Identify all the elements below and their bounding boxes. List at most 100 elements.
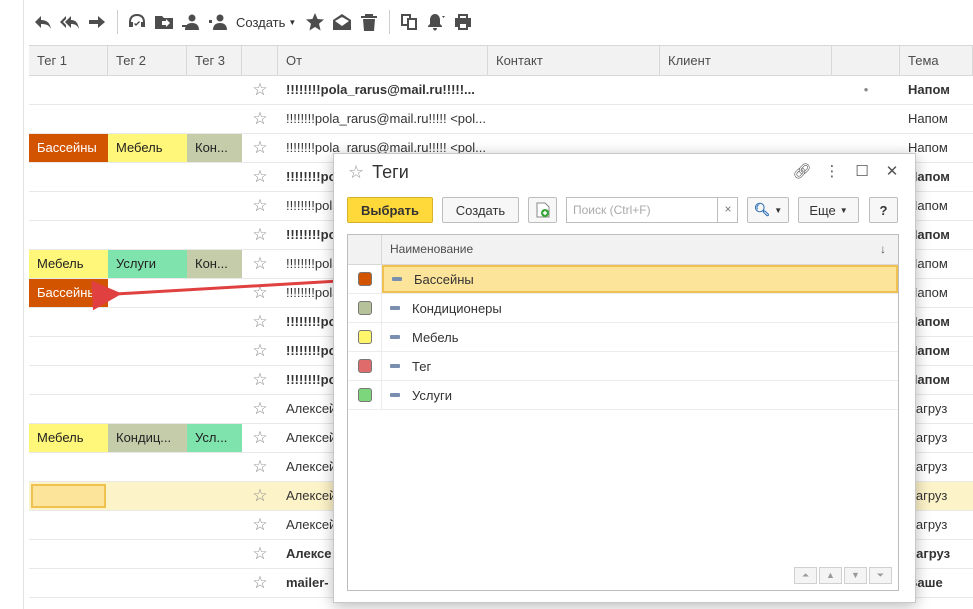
- star-icon[interactable]: ☆: [242, 163, 278, 191]
- reply-all-icon[interactable]: [57, 9, 83, 35]
- toolbar-separator: [389, 10, 391, 34]
- reply-icon[interactable]: [30, 9, 56, 35]
- tag-cell-3: [187, 453, 242, 481]
- star-icon[interactable]: ☆: [242, 134, 278, 162]
- more-vertical-icon[interactable]: ⋮: [817, 162, 847, 180]
- search-input[interactable]: Поиск (Ctrl+F): [566, 197, 738, 223]
- table-row[interactable]: ☆ !!!!!!!!pola_rarus@mail.ru!!!!! <pol...…: [29, 105, 973, 134]
- star-icon[interactable]: ☆: [242, 424, 278, 452]
- sort-arrow-icon: ↓: [880, 242, 886, 256]
- mark-read-icon[interactable]: [329, 9, 355, 35]
- last-page-icon[interactable]: ⏷: [869, 567, 892, 584]
- column-header-from[interactable]: От: [278, 46, 488, 75]
- column-header-client[interactable]: Клиент: [660, 46, 832, 75]
- create-dropdown-button[interactable]: Создать ▼: [232, 15, 302, 30]
- tag-cell-1: Мебель: [29, 424, 108, 452]
- tag-cell-2: [108, 395, 187, 423]
- star-icon[interactable]: ☆: [242, 337, 278, 365]
- tag-cell-3: [187, 511, 242, 539]
- star-icon[interactable]: ☆: [242, 366, 278, 394]
- dialog-title: Теги: [372, 162, 409, 182]
- star-icon[interactable]: ☆: [242, 250, 278, 278]
- tags-table-body: Бассейны Кондиционеры Мебель Тег Услуги: [348, 265, 898, 410]
- link-icon[interactable]: 🔗︎: [787, 162, 817, 180]
- column-header-contact[interactable]: Контакт: [488, 46, 660, 75]
- tag-cell-1: [29, 76, 108, 104]
- star-icon[interactable]: ☆: [242, 540, 278, 568]
- client-cell: [660, 105, 832, 133]
- close-icon[interactable]: ✕: [877, 162, 907, 180]
- list-item[interactable]: Мебель: [348, 323, 898, 352]
- client-cell: [660, 76, 832, 104]
- delete-icon[interactable]: [356, 9, 382, 35]
- print-icon[interactable]: [450, 9, 476, 35]
- column-header-star[interactable]: [242, 46, 278, 75]
- tag-cell-2: [108, 105, 187, 133]
- star-icon[interactable]: ☆: [242, 279, 278, 307]
- name-column-header[interactable]: Наименование ↓: [382, 235, 898, 264]
- star-icon[interactable]: ☆: [242, 569, 278, 597]
- star-icon[interactable]: ☆: [242, 76, 278, 104]
- create-label: Создать: [236, 14, 286, 30]
- column-header-tag1[interactable]: Тег 1: [29, 46, 108, 75]
- tag-cell-2: [108, 337, 187, 365]
- tag-cell-3: Усл...: [187, 424, 242, 452]
- tag-cell-2: [108, 453, 187, 481]
- list-item[interactable]: Кондиционеры: [348, 294, 898, 323]
- star-icon[interactable]: [302, 9, 328, 35]
- column-header-flag[interactable]: [832, 46, 900, 75]
- star-icon[interactable]: ☆: [242, 482, 278, 510]
- create-button[interactable]: Создать: [442, 197, 519, 223]
- maximize-icon[interactable]: ☐: [847, 162, 877, 180]
- more-button[interactable]: Еще ▼: [798, 197, 859, 223]
- color-cell: [348, 381, 382, 409]
- move-to-folder-icon[interactable]: [151, 9, 177, 35]
- forward-icon[interactable]: [84, 9, 110, 35]
- tag-cell-2: [108, 76, 187, 104]
- star-icon[interactable]: ☆: [242, 308, 278, 336]
- color-cell: [348, 265, 382, 293]
- color-swatch: [357, 388, 372, 402]
- search-clear-button[interactable]: ×: [717, 197, 738, 223]
- list-item[interactable]: Тег: [348, 352, 898, 381]
- star-icon[interactable]: ☆: [242, 105, 278, 133]
- merge-icon[interactable]: [396, 9, 422, 35]
- headset-icon[interactable]: [124, 9, 150, 35]
- favorite-star-icon[interactable]: ☆: [348, 162, 364, 183]
- star-icon[interactable]: ☆: [242, 395, 278, 423]
- add-icon[interactable]: [528, 197, 557, 223]
- subject-cell: Напом: [908, 82, 950, 97]
- tag-name-cell: Тег: [382, 352, 898, 380]
- tag-cell-1: [29, 366, 108, 394]
- caret-down-icon: ▼: [774, 205, 783, 215]
- tag-cell-2: [108, 511, 187, 539]
- star-icon[interactable]: ☆: [242, 453, 278, 481]
- column-header-tag2[interactable]: Тег 2: [108, 46, 187, 75]
- first-page-icon[interactable]: ⏶: [794, 567, 817, 584]
- tag-cell-2: Услуги: [108, 250, 187, 278]
- grid-header: Тег 1 Тег 2 Тег 3 От Контакт Клиент Тема: [29, 45, 973, 76]
- left-panel-strip: [0, 0, 24, 609]
- star-icon[interactable]: ☆: [242, 511, 278, 539]
- selected-cell[interactable]: [31, 484, 106, 508]
- help-button[interactable]: ?: [869, 197, 898, 223]
- toolbar-separator: [117, 10, 118, 34]
- star-icon[interactable]: ☆: [242, 221, 278, 249]
- select-button[interactable]: Выбрать: [347, 197, 433, 223]
- search-options-button[interactable]: 🔍︎ ▼: [747, 197, 789, 223]
- column-header-subject[interactable]: Тема: [900, 46, 973, 75]
- item-icon: [390, 306, 400, 310]
- column-header-tag3[interactable]: Тег 3: [187, 46, 242, 75]
- tag-cell-3: [187, 221, 242, 249]
- list-item[interactable]: Бассейны: [348, 265, 898, 294]
- contact-user-icon[interactable]: [205, 9, 231, 35]
- reminder-bell-icon[interactable]: [423, 9, 449, 35]
- assign-user-icon[interactable]: [178, 9, 204, 35]
- prev-page-icon[interactable]: ▲: [819, 567, 842, 584]
- tag-cell-1: [29, 395, 108, 423]
- list-item[interactable]: Услуги: [348, 381, 898, 410]
- table-row[interactable]: ☆ !!!!!!!!pola_rarus@mail.ru!!!!!... • Напо…: [29, 76, 973, 105]
- tag-name: Кондиционеры: [412, 300, 502, 316]
- star-icon[interactable]: ☆: [242, 192, 278, 220]
- next-page-icon[interactable]: ▼: [844, 567, 867, 584]
